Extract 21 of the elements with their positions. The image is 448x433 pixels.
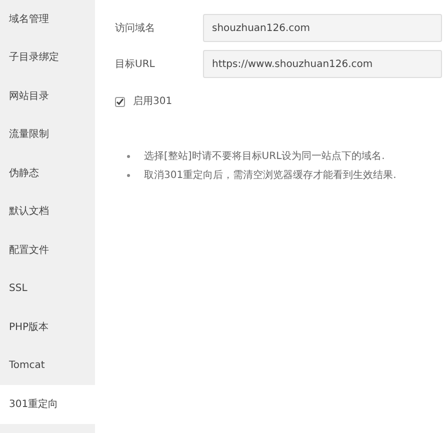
checkbox-label: 启用301 [133, 94, 172, 109]
input-field[interactable]: shouzhuan126.com [203, 14, 442, 42]
field-label: 访问域名 [115, 22, 156, 36]
sidebar-tab[interactable]: 301重定向 [0, 385, 95, 424]
sidebar-tab[interactable]: Tomcat [0, 346, 95, 385]
sidebar-tab[interactable]: SSL [0, 270, 95, 308]
checkbox[interactable] [115, 96, 125, 106]
sidebar-tab[interactable]: PHP版本 [0, 308, 95, 346]
sidebar-tab[interactable]: 域名管理 [0, 0, 95, 38]
sidebar-tab[interactable]: 流量限制 [0, 116, 95, 154]
note-text: 选择[整站]时请不要将目标URL设为同一站点下的域名. [144, 150, 385, 164]
sidebar-tab[interactable]: 网站目录 [0, 77, 95, 116]
field-label: 目标URL [115, 58, 156, 72]
sidebar-tab[interactable]: 默认文档 [0, 192, 95, 231]
bullet-icon [127, 155, 130, 158]
input-field[interactable]: https://www.shouzhuan126.com [203, 50, 442, 78]
note-text: 取消301重定向后，需清空浏览器缓存才能看到生效结果. [144, 168, 396, 183]
bullet-icon [127, 174, 130, 177]
sidebar-tab[interactable]: 伪静态 [0, 154, 95, 192]
sidebar-tab[interactable]: 配置文件 [0, 231, 95, 270]
sidebar-tab[interactable]: 子目录绑定 [0, 38, 95, 77]
